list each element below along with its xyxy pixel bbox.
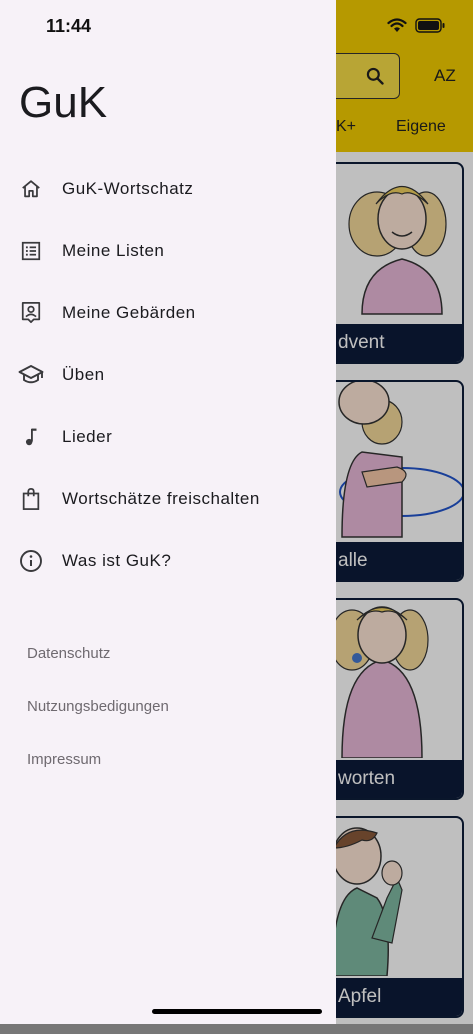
menu-item-label: GuK-Wortschatz: [62, 179, 194, 198]
menu-item-ueben[interactable]: Üben: [0, 344, 336, 406]
menu-item-label: Wortschätze freischalten: [62, 489, 260, 508]
link-datenschutz[interactable]: Datenschutz: [27, 640, 169, 693]
status-icons: [387, 18, 445, 33]
music-note-icon: [18, 424, 44, 450]
portrait-icon: [18, 300, 44, 326]
menu-item-was-ist-guk[interactable]: Was ist GuK?: [0, 530, 336, 592]
drawer-footer-links: Datenschutz Nutzungsbedigungen Impressum: [27, 640, 169, 799]
menu-item-lieder[interactable]: Lieder: [0, 406, 336, 468]
menu-item-wortschaetze-freischalten[interactable]: Wortschätze freischalten: [0, 468, 336, 530]
menu-item-label: Was ist GuK?: [62, 551, 172, 570]
battery-icon: [415, 18, 445, 33]
home-indicator[interactable]: [152, 1009, 322, 1014]
home-icon: [18, 176, 44, 202]
status-time: 11:44: [46, 16, 92, 36]
menu-item-label: Meine Gebärden: [62, 303, 196, 322]
menu-item-label: Üben: [62, 365, 105, 384]
link-nutzungsbedingungen[interactable]: Nutzungsbedigungen: [27, 693, 169, 746]
navigation-drawer: GuK GuK-Wortschatz Meine Listen Meine Ge…: [0, 0, 336, 1024]
menu-item-label: Meine Listen: [62, 241, 165, 260]
menu-item-meine-listen[interactable]: Meine Listen: [0, 220, 336, 282]
shopping-bag-icon: [18, 486, 44, 512]
menu-item-meine-gebaerden[interactable]: Meine Gebärden: [0, 282, 336, 344]
list-icon: [18, 238, 44, 264]
drawer-title: GuK: [19, 78, 108, 127]
info-icon: [18, 548, 44, 574]
menu-item-label: Lieder: [62, 427, 113, 446]
link-impressum[interactable]: Impressum: [27, 746, 169, 799]
wifi-icon: [387, 18, 407, 32]
drawer-menu: GuK-Wortschatz Meine Listen Meine Gebärd…: [0, 158, 336, 592]
school-icon: [18, 362, 44, 388]
menu-item-guk-wortschatz[interactable]: GuK-Wortschatz: [0, 158, 336, 220]
